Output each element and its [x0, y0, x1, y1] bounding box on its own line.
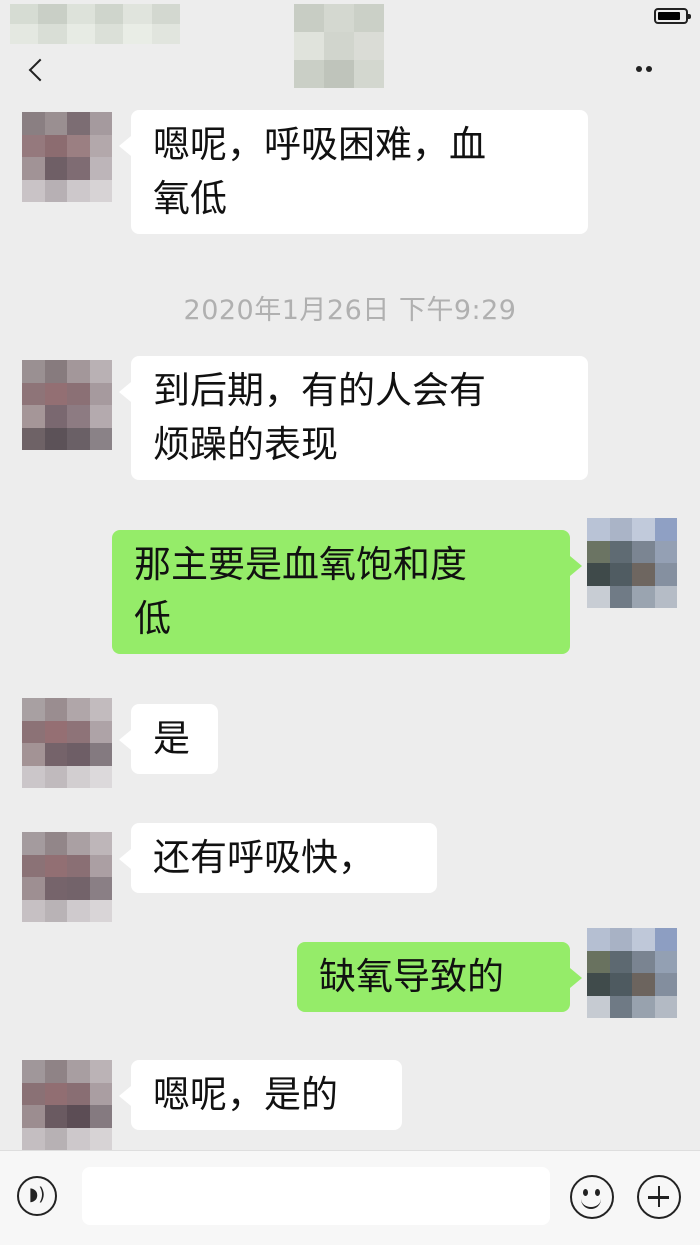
blurred-chat-title	[294, 4, 384, 88]
message-text: 低	[134, 597, 171, 640]
user-avatar[interactable]	[587, 928, 677, 1018]
message-text: 那主要是血氧饱和度	[134, 543, 467, 586]
back-icon[interactable]	[28, 58, 52, 82]
message-text: 缺氧导致的	[319, 955, 504, 998]
more-icon[interactable]	[636, 66, 662, 74]
message-timestamp: 2020年1月26日 下午9:29	[183, 295, 517, 326]
message-bubble[interactable]: 那主要是血氧饱和度 低	[112, 530, 582, 654]
message-bubble[interactable]: 嗯呢，呼吸困难，血 氧低	[119, 110, 588, 234]
emoji-icon[interactable]	[570, 1175, 614, 1219]
message-text: 烦躁的表现	[153, 423, 338, 466]
message-input[interactable]	[82, 1167, 550, 1225]
message-bubble[interactable]: 还有呼吸快，	[119, 823, 437, 893]
message-bubble[interactable]: 到后期，有的人会有 烦躁的表现	[119, 356, 588, 480]
battery-icon	[654, 8, 691, 24]
voice-icon[interactable]: ◗)	[17, 1176, 57, 1216]
blurred-carrier	[10, 4, 180, 44]
contact-avatar[interactable]	[22, 360, 112, 450]
message-bubble[interactable]: 缺氧导致的	[297, 942, 582, 1012]
chat-input-bar: ◗)	[0, 1150, 700, 1245]
message-text: 还有呼吸快，	[153, 836, 375, 879]
contact-avatar[interactable]	[22, 698, 112, 788]
message-text: 是	[153, 717, 190, 760]
message-text: 到后期，有的人会有	[153, 369, 486, 412]
message-bubble[interactable]: 是	[119, 704, 218, 774]
contact-avatar[interactable]	[22, 1060, 112, 1150]
plus-icon[interactable]	[637, 1175, 681, 1219]
message-text: 嗯呢，呼吸困难，血	[153, 123, 486, 166]
contact-avatar[interactable]	[22, 832, 112, 922]
message-text: 嗯呢，是的	[153, 1073, 338, 1116]
user-avatar[interactable]	[587, 518, 677, 608]
contact-avatar[interactable]	[22, 112, 112, 202]
message-bubble[interactable]: 嗯呢，是的	[119, 1060, 402, 1130]
message-text: 氧低	[153, 177, 227, 220]
